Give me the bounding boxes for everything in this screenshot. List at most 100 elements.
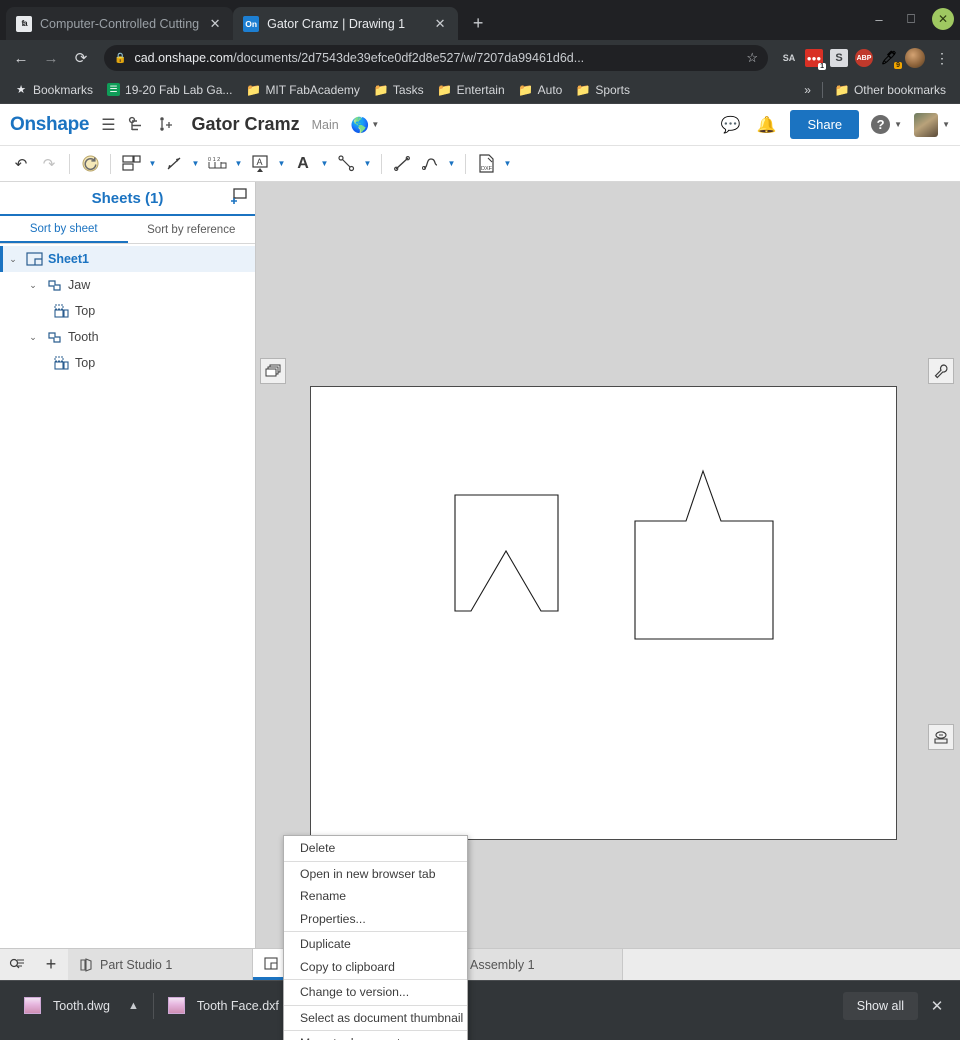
context-menu-item-properties[interactable]: Properties... <box>284 908 467 931</box>
onshape-header: Onshape ☰ Gator Cramz Main 🌎 ▼ 💬 🔔 Share … <box>0 104 960 146</box>
other-bookmarks-button[interactable]: 📁 Other bookmarks <box>829 80 952 100</box>
chevron-down-icon[interactable]: ▼ <box>445 159 458 168</box>
restore-icon[interactable]: ⎕ <box>900 8 922 30</box>
tree-item-tooth-top[interactable]: Top <box>0 350 255 376</box>
bookmark-item-sports[interactable]: 📁 Sports <box>570 80 636 100</box>
wrench-icon[interactable] <box>928 358 954 384</box>
avatar[interactable] <box>914 112 939 137</box>
views-panel-icon[interactable] <box>260 358 286 384</box>
forward-icon[interactable]: → <box>38 45 64 71</box>
search-tabs-icon[interactable] <box>0 949 34 980</box>
version-tree-icon[interactable] <box>128 116 145 133</box>
tree-item-label: Top <box>75 304 96 318</box>
undo-button[interactable]: ↶ <box>8 151 34 177</box>
chevron-down-icon[interactable]: ▼ <box>318 159 331 168</box>
context-menu-item-rename[interactable]: Rename <box>284 885 467 908</box>
bookmark-item-fablab[interactable]: ☰ 19-20 Fab Lab Ga... <box>101 80 238 100</box>
chevron-down-icon[interactable]: ▼ <box>232 159 245 168</box>
context-menu-item-move-to-document[interactable]: Move to document... <box>284 1032 467 1040</box>
bookmark-star-icon[interactable]: ☆ <box>746 50 758 66</box>
chevron-down-icon[interactable]: ▼ <box>501 159 514 168</box>
context-menu-item-open-in-new-browser-tab[interactable]: Open in new browser tab <box>284 863 467 886</box>
table-button[interactable]: 0 1 2 <box>204 151 230 177</box>
tab-sort-by-sheet[interactable]: Sort by sheet <box>0 216 128 243</box>
tab-sort-by-reference[interactable]: Sort by reference <box>128 216 256 243</box>
chevron-down-icon[interactable]: ▼ <box>146 159 159 168</box>
red-extension-icon[interactable]: ●●● 1 <box>805 49 826 70</box>
drawing-canvas[interactable] <box>256 182 960 948</box>
chevron-down-icon[interactable]: ▼ <box>361 159 374 168</box>
context-menu-item-change-to-version[interactable]: Change to version... <box>284 981 467 1004</box>
add-sheet-icon[interactable] <box>230 188 247 209</box>
drawing-sheet[interactable] <box>310 386 897 840</box>
tree-item-tooth[interactable]: ⌄ Tooth <box>0 324 255 350</box>
context-menu-item-select-as-document-thumbnail[interactable]: Select as document thumbnail <box>284 1007 467 1030</box>
context-menu-item-delete[interactable]: Delete <box>284 837 467 860</box>
close-icon[interactable]: ✕ <box>207 16 223 32</box>
window-controls: – ⎕ ✕ <box>868 8 954 30</box>
tree-item-jaw-top[interactable]: Top <box>0 298 255 324</box>
add-tab-button[interactable]: + <box>34 949 68 980</box>
bell-icon[interactable]: 🔔 <box>754 115 778 135</box>
redo-button[interactable]: ↷ <box>36 151 62 177</box>
address-bar[interactable]: 🔒 cad.onshape.com/documents/2d7543de39ef… <box>104 45 768 71</box>
tooth-top-view[interactable] <box>633 469 778 644</box>
reload-icon[interactable]: ⟳ <box>68 45 94 71</box>
download-item-tooth-dwg[interactable]: Tooth.dwg ▲ <box>10 989 153 1023</box>
text-button[interactable]: A <box>290 151 316 177</box>
update-views-button[interactable] <box>77 151 103 177</box>
document-title[interactable]: Gator Cramz <box>192 114 300 135</box>
export-dxf-button[interactable]: DXF <box>473 151 499 177</box>
comment-icon[interactable]: 💬 <box>718 115 742 135</box>
profile-avatar[interactable] <box>905 48 925 68</box>
browser-menu-icon[interactable]: ⋮ <box>932 51 952 65</box>
jaw-top-view[interactable] <box>453 493 563 615</box>
abp-extension-icon[interactable]: ABP <box>855 49 873 67</box>
close-icon[interactable]: ✕ <box>432 16 448 32</box>
share-button[interactable]: Share <box>790 110 860 139</box>
bookmark-item-entertain[interactable]: 📁 Entertain <box>432 80 511 100</box>
chevron-down-icon[interactable]: ⌄ <box>26 332 40 343</box>
tree-item-sheet1[interactable]: ⌄ Sheet1 <box>0 246 255 272</box>
sa-extension-icon[interactable]: SA <box>780 49 798 67</box>
chevron-up-icon[interactable]: ▲ <box>128 1000 139 1012</box>
insert-view-button[interactable] <box>118 151 144 177</box>
context-menu-item-copy-to-clipboard[interactable]: Copy to clipboard <box>284 956 467 979</box>
globe-icon[interactable]: 🌎 ▼ <box>351 116 380 134</box>
chevron-down-icon[interactable]: ▼ <box>894 120 902 129</box>
pen-extension-icon[interactable]: 🖊 9 <box>880 49 902 69</box>
chevron-down-icon[interactable]: ⌄ <box>6 254 20 265</box>
chevron-down-icon[interactable]: ▼ <box>942 120 950 129</box>
chevron-down-icon[interactable]: ▼ <box>189 159 202 168</box>
printer-icon[interactable] <box>928 724 954 750</box>
bookmarks-overflow-icon[interactable]: » <box>799 80 816 100</box>
leader-button[interactable] <box>333 151 359 177</box>
bookmark-item-bookmarks[interactable]: ★ Bookmarks <box>8 80 99 100</box>
tree-item-jaw[interactable]: ⌄ Jaw <box>0 272 255 298</box>
close-download-shelf-icon[interactable]: ✕ <box>924 997 950 1015</box>
browser-tab-0[interactable]: fa Computer-Controlled Cutting ✕ <box>6 7 234 40</box>
hamburger-menu-icon[interactable]: ☰ <box>101 115 115 135</box>
new-branch-icon[interactable] <box>157 116 174 133</box>
show-all-downloads-button[interactable]: Show all <box>842 991 918 1020</box>
chevron-down-icon[interactable]: ▼ <box>275 159 288 168</box>
chevron-down-icon[interactable]: ⌄ <box>26 280 40 291</box>
back-icon[interactable]: ← <box>8 45 34 71</box>
tab-part-studio-1[interactable]: Part Studio 1 <box>68 949 253 980</box>
help-icon[interactable]: ? <box>871 115 891 134</box>
bookmark-item-tasks[interactable]: 📁 Tasks <box>368 80 430 100</box>
context-menu-item-duplicate[interactable]: Duplicate <box>284 933 467 956</box>
minimize-icon[interactable]: – <box>868 8 890 30</box>
line-button[interactable] <box>389 151 415 177</box>
new-tab-button[interactable]: + <box>464 9 492 37</box>
workspace-label[interactable]: Main <box>312 118 339 132</box>
annotation-button[interactable]: A <box>247 151 273 177</box>
bookmark-item-auto[interactable]: 📁 Auto <box>513 80 569 100</box>
s-extension-icon[interactable]: S <box>830 49 848 67</box>
window-close-icon[interactable]: ✕ <box>932 8 954 30</box>
spline-button[interactable] <box>417 151 443 177</box>
dimension-button[interactable] <box>161 151 187 177</box>
bookmark-item-fabacademy[interactable]: 📁 MIT FabAcademy <box>240 80 365 100</box>
onshape-logo[interactable]: Onshape <box>10 114 90 136</box>
browser-tab-1[interactable]: On Gator Cramz | Drawing 1 ✕ <box>233 7 459 40</box>
